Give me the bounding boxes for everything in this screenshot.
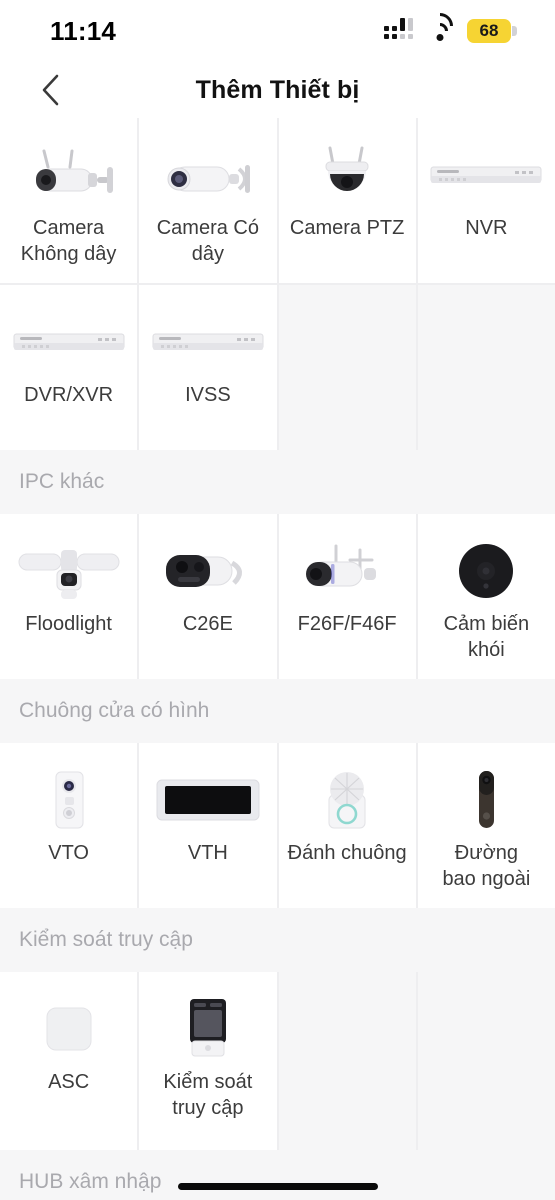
device-cell[interactable]: Camera Không dây — [0, 118, 138, 283]
chime-icon — [288, 769, 406, 831]
c26e-camera-icon — [149, 540, 267, 602]
access-terminal-icon — [149, 998, 267, 1060]
section-header-label: IPC khác — [19, 470, 105, 493]
navigation-bar: Thêm Thiết bị — [0, 62, 555, 118]
device-cell-label: VTO — [48, 842, 89, 864]
device-cell-label: Cảm biến khói — [443, 613, 530, 661]
device-cell-label: Đường bao ngoài — [442, 842, 531, 890]
device-cell[interactable]: Đánh chuông — [278, 743, 416, 908]
smoke-sensor-icon — [427, 540, 545, 602]
wifi-icon — [421, 7, 459, 44]
device-cell[interactable]: Camera PTZ — [278, 118, 416, 283]
device-cell-label: Camera Không dây — [20, 217, 117, 265]
cellular-signal-icon — [384, 18, 413, 39]
section-header-access-control: Kiểm soát truy cập — [0, 908, 555, 972]
device-cell-label: ASC — [48, 1071, 90, 1093]
back-button[interactable] — [30, 70, 70, 110]
device-cell-label: C26E — [182, 613, 233, 635]
device-cell[interactable]: IVSS — [139, 285, 277, 450]
empty-grid-cell — [417, 285, 555, 450]
section-header-label: Chuông cửa có hình — [19, 699, 210, 722]
device-cell-label: Đánh chuông — [287, 842, 407, 864]
device-cell[interactable]: VTO — [0, 743, 138, 908]
battery-level-text: 68 — [479, 21, 499, 40]
device-cell[interactable]: VTH — [139, 743, 277, 908]
device-screen: 11:14 68 Thêm Thiết bị Camera Không dây … — [0, 0, 555, 1200]
battery-icon: 68 — [467, 19, 517, 43]
device-cell-label: VTH — [187, 842, 228, 864]
device-grid-main-devices: Camera Không dây Camera Có dây Camera PT… — [0, 118, 555, 450]
section-header-label: Kiểm soát truy cập — [19, 928, 193, 951]
device-cell-label: Kiểm soát truy cập — [163, 1071, 253, 1119]
door-station-icon — [10, 769, 128, 831]
device-grid-video-doorbell: VTO VTH Đánh chuông Đường bao ngoài — [0, 743, 555, 908]
floodlight-camera-icon — [10, 540, 128, 602]
wireless-bullet-camera-icon — [10, 144, 128, 206]
page-title: Thêm Thiết bị — [195, 75, 360, 104]
device-cell[interactable]: C26E — [139, 514, 277, 679]
outdoor-doorbell-icon — [427, 769, 545, 831]
device-cell[interactable]: DVR/XVR — [0, 285, 138, 450]
section-header-intrusion-hub: HUB xâm nhập — [0, 1150, 555, 1200]
device-cell-label: F26F/F46F — [297, 613, 397, 635]
empty-grid-cell — [417, 972, 555, 1150]
section-header-other-ipc: IPC khác — [0, 450, 555, 514]
chevron-left-icon — [42, 74, 59, 106]
empty-grid-cell — [278, 285, 416, 450]
home-indicator — [177, 1183, 378, 1190]
device-cell[interactable]: ASC — [0, 972, 138, 1150]
section-header-label: HUB xâm nhập — [19, 1170, 162, 1193]
ptz-camera-icon — [288, 144, 406, 206]
dvr-xvr-icon — [10, 311, 128, 373]
device-cell-label: NVR — [465, 217, 508, 239]
device-category-list: Camera Không dây Camera Có dây Camera PT… — [0, 118, 555, 1200]
wired-bullet-camera-icon — [149, 144, 267, 206]
f26f-f46f-camera-icon — [288, 540, 406, 602]
device-cell[interactable]: Floodlight — [0, 514, 138, 679]
section-header-video-doorbell: Chuông cửa có hình — [0, 679, 555, 743]
asc-controller-icon — [10, 998, 128, 1060]
ivss-icon — [149, 311, 267, 373]
device-cell[interactable]: Cảm biến khói — [417, 514, 555, 679]
indoor-monitor-icon — [149, 769, 267, 831]
device-grid-access-control: ASC Kiểm soát truy cập — [0, 972, 555, 1150]
status-bar: 11:14 68 — [0, 0, 555, 62]
device-cell[interactable]: Kiểm soát truy cập — [139, 972, 277, 1150]
device-cell[interactable]: Camera Có dây — [139, 118, 277, 283]
device-cell-label: Camera PTZ — [289, 217, 405, 239]
device-cell[interactable]: NVR — [417, 118, 555, 283]
empty-grid-cell — [278, 972, 416, 1150]
device-cell-label: IVSS — [185, 384, 231, 406]
device-cell-label: Floodlight — [25, 613, 112, 635]
device-cell-label: DVR/XVR — [24, 384, 114, 406]
status-bar-indicators: 68 — [384, 7, 517, 44]
device-cell[interactable]: F26F/F46F — [278, 514, 416, 679]
status-bar-clock: 11:14 — [50, 15, 117, 46]
nvr-icon — [427, 144, 545, 206]
device-grid-other-ipc: Floodlight C26E F26F/F46F Cảm biến khói — [0, 514, 555, 679]
device-cell-label: Camera Có dây — [156, 217, 259, 265]
device-cell[interactable]: Đường bao ngoài — [417, 743, 555, 908]
